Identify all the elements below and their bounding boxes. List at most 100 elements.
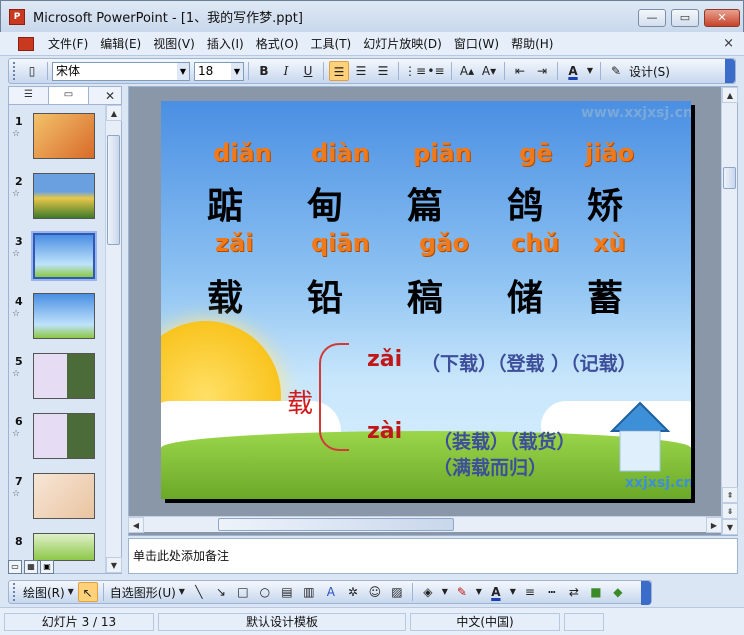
toolbar-grip[interactable] — [13, 583, 17, 601]
slideshow-view-icon[interactable]: ▣ — [40, 560, 54, 574]
tab-slides[interactable]: ▭ — [49, 87, 89, 104]
italic-button[interactable]: I — [276, 61, 296, 81]
font-name-select[interactable]: 宋体 ▼ — [52, 61, 190, 81]
slide-thumbnail-row[interactable]: 4 ☆ — [9, 293, 109, 345]
document-close-button[interactable]: × — [723, 36, 734, 51]
arrow-style-icon[interactable]: ⇄ — [564, 582, 584, 602]
scroll-down-icon[interactable]: ▼ — [722, 519, 738, 535]
menu-insert[interactable]: 插入(I) — [201, 32, 250, 56]
numbered-list-icon[interactable]: ⋮≡ — [404, 61, 426, 81]
textbox-tool-icon[interactable]: ▤ — [277, 582, 297, 602]
document-icon[interactable] — [18, 36, 34, 51]
slide-thumbnail-row[interactable]: 2 ☆ — [9, 173, 109, 225]
design-icon[interactable]: ✎ — [606, 61, 626, 81]
menu-edit[interactable]: 编辑(E) — [94, 32, 147, 56]
slide-thumbnail[interactable] — [33, 353, 95, 399]
align-left-icon[interactable]: ☰ — [329, 61, 349, 81]
dash-style-icon[interactable]: ┅ — [542, 582, 562, 602]
powerpoint-app-icon[interactable]: P — [9, 8, 25, 25]
bullet-list-icon[interactable]: •≡ — [426, 61, 446, 81]
font-color-icon[interactable]: A — [563, 61, 583, 81]
draw-menu-button[interactable]: 绘图(R) — [23, 584, 65, 601]
chevron-down-icon[interactable]: ▼ — [177, 62, 189, 80]
line-color-icon[interactable]: ✎ — [452, 582, 472, 602]
arrow-tool-icon[interactable]: ↘ — [211, 582, 231, 602]
slide-sorter-icon[interactable]: ▦ — [24, 560, 38, 574]
chevron-down-icon[interactable]: ▼ — [508, 582, 518, 602]
slide-thumbnail[interactable] — [33, 293, 95, 339]
chevron-down-icon[interactable]: ▼ — [440, 582, 450, 602]
wordart-icon[interactable]: A — [321, 582, 341, 602]
tab-outline[interactable]: ☰ — [9, 87, 49, 104]
fill-color-icon[interactable]: ◈ — [418, 582, 438, 602]
font-color-icon[interactable]: A — [486, 582, 506, 602]
slide-canvas[interactable]: www.xxjxsj.cn diǎn diàn piān gē jiǎo 踮 甸… — [161, 101, 691, 499]
menu-view[interactable]: 视图(V) — [147, 32, 201, 56]
slide-thumbnail-row[interactable]: 6 ☆ — [9, 413, 109, 465]
slide-thumbnail-row[interactable]: 5 ☆ — [9, 353, 109, 405]
select-pointer-icon[interactable]: ↖ — [77, 582, 98, 602]
chevron-down-icon[interactable]: ▼ — [585, 61, 595, 81]
font-size-select[interactable]: 18 ▼ — [194, 61, 244, 81]
line-style-icon[interactable]: ≡ — [520, 582, 540, 602]
close-button[interactable]: ✕ — [704, 9, 740, 27]
prev-slide-icon[interactable]: ⇞ — [722, 487, 738, 503]
align-center-icon[interactable]: ☰ — [351, 61, 371, 81]
editor-vertical-scrollbar[interactable]: ▲ ⇞ ⇟ ▼ — [721, 87, 738, 535]
bold-button[interactable]: B — [254, 61, 274, 81]
slide-thumbnail[interactable] — [33, 413, 95, 459]
menu-slideshow[interactable]: 幻灯片放映(D) — [357, 32, 448, 56]
rectangle-tool-icon[interactable]: □ — [233, 582, 253, 602]
scroll-left-icon[interactable]: ◀ — [128, 517, 144, 533]
new-doc-icon[interactable]: ▯ — [22, 61, 42, 81]
scroll-up-icon[interactable]: ▲ — [106, 105, 122, 121]
decrease-font-icon[interactable]: A▾ — [479, 61, 499, 81]
slide-thumbnail-selected[interactable] — [31, 231, 97, 281]
menu-tools[interactable]: 工具(T) — [305, 32, 358, 56]
slide-thumbnail[interactable] — [33, 473, 95, 519]
editor-horizontal-scrollbar[interactable]: ◀ ▶ — [128, 516, 722, 533]
toolbar-options-button[interactable] — [725, 59, 735, 83]
chevron-down-icon[interactable]: ▼ — [474, 582, 484, 602]
slide-thumbnail-row[interactable]: 3 ☆ — [9, 231, 109, 285]
increase-indent-icon[interactable]: ⇥ — [532, 61, 552, 81]
chevron-down-icon[interactable]: ▼ — [177, 582, 187, 602]
underline-button[interactable]: U — [298, 61, 318, 81]
close-icon[interactable]: ✕ — [105, 89, 115, 103]
menu-file[interactable]: 文件(F) — [42, 32, 94, 56]
slide-thumbnail[interactable] — [33, 113, 95, 159]
clipart-icon[interactable]: ☺ — [365, 582, 385, 602]
oval-tool-icon[interactable]: ○ — [255, 582, 275, 602]
3d-style-icon[interactable]: ◆ — [608, 582, 628, 602]
scroll-thumb[interactable] — [218, 518, 454, 531]
scroll-right-icon[interactable]: ▶ — [706, 517, 722, 533]
minimize-button[interactable]: — — [638, 9, 666, 27]
line-tool-icon[interactable]: ╲ — [189, 582, 209, 602]
autoshape-menu-button[interactable]: 自选图形(U) — [110, 584, 176, 601]
design-button[interactable]: 设计(S) — [629, 63, 670, 80]
normal-view-icon[interactable]: ▭ — [8, 560, 22, 574]
decrease-indent-icon[interactable]: ⇤ — [510, 61, 530, 81]
toolbar-grip[interactable] — [13, 62, 17, 80]
next-slide-icon[interactable]: ⇟ — [722, 503, 738, 519]
increase-font-icon[interactable]: A▴ — [457, 61, 477, 81]
vertical-textbox-icon[interactable]: ▥ — [299, 582, 319, 602]
menu-help[interactable]: 帮助(H) — [505, 32, 559, 56]
picture-icon[interactable]: ▨ — [387, 582, 407, 602]
scroll-thumb[interactable] — [723, 167, 736, 189]
slide-thumbnail-row[interactable]: 7 ☆ — [9, 473, 109, 525]
diagram-icon[interactable]: ✲ — [343, 582, 363, 602]
slide-thumbnail[interactable] — [33, 173, 95, 219]
thumbnail-scrollbar[interactable]: ▲ ▼ — [105, 105, 122, 573]
menu-format[interactable]: 格式(O) — [250, 32, 305, 56]
scroll-up-icon[interactable]: ▲ — [722, 87, 738, 103]
slide-thumbnail-row[interactable]: 1 ☆ — [9, 113, 109, 165]
maximize-button[interactable]: ▭ — [671, 9, 699, 27]
notes-pane[interactable]: 单击此处添加备注 — [128, 538, 738, 574]
scroll-thumb[interactable] — [107, 135, 120, 245]
align-right-icon[interactable]: ☰ — [373, 61, 393, 81]
slide-thumbnail-row[interactable]: 8 — [9, 533, 109, 585]
chevron-down-icon[interactable]: ▼ — [66, 582, 76, 602]
menu-window[interactable]: 窗口(W) — [448, 32, 505, 56]
toolbar-options-button[interactable] — [641, 581, 651, 605]
